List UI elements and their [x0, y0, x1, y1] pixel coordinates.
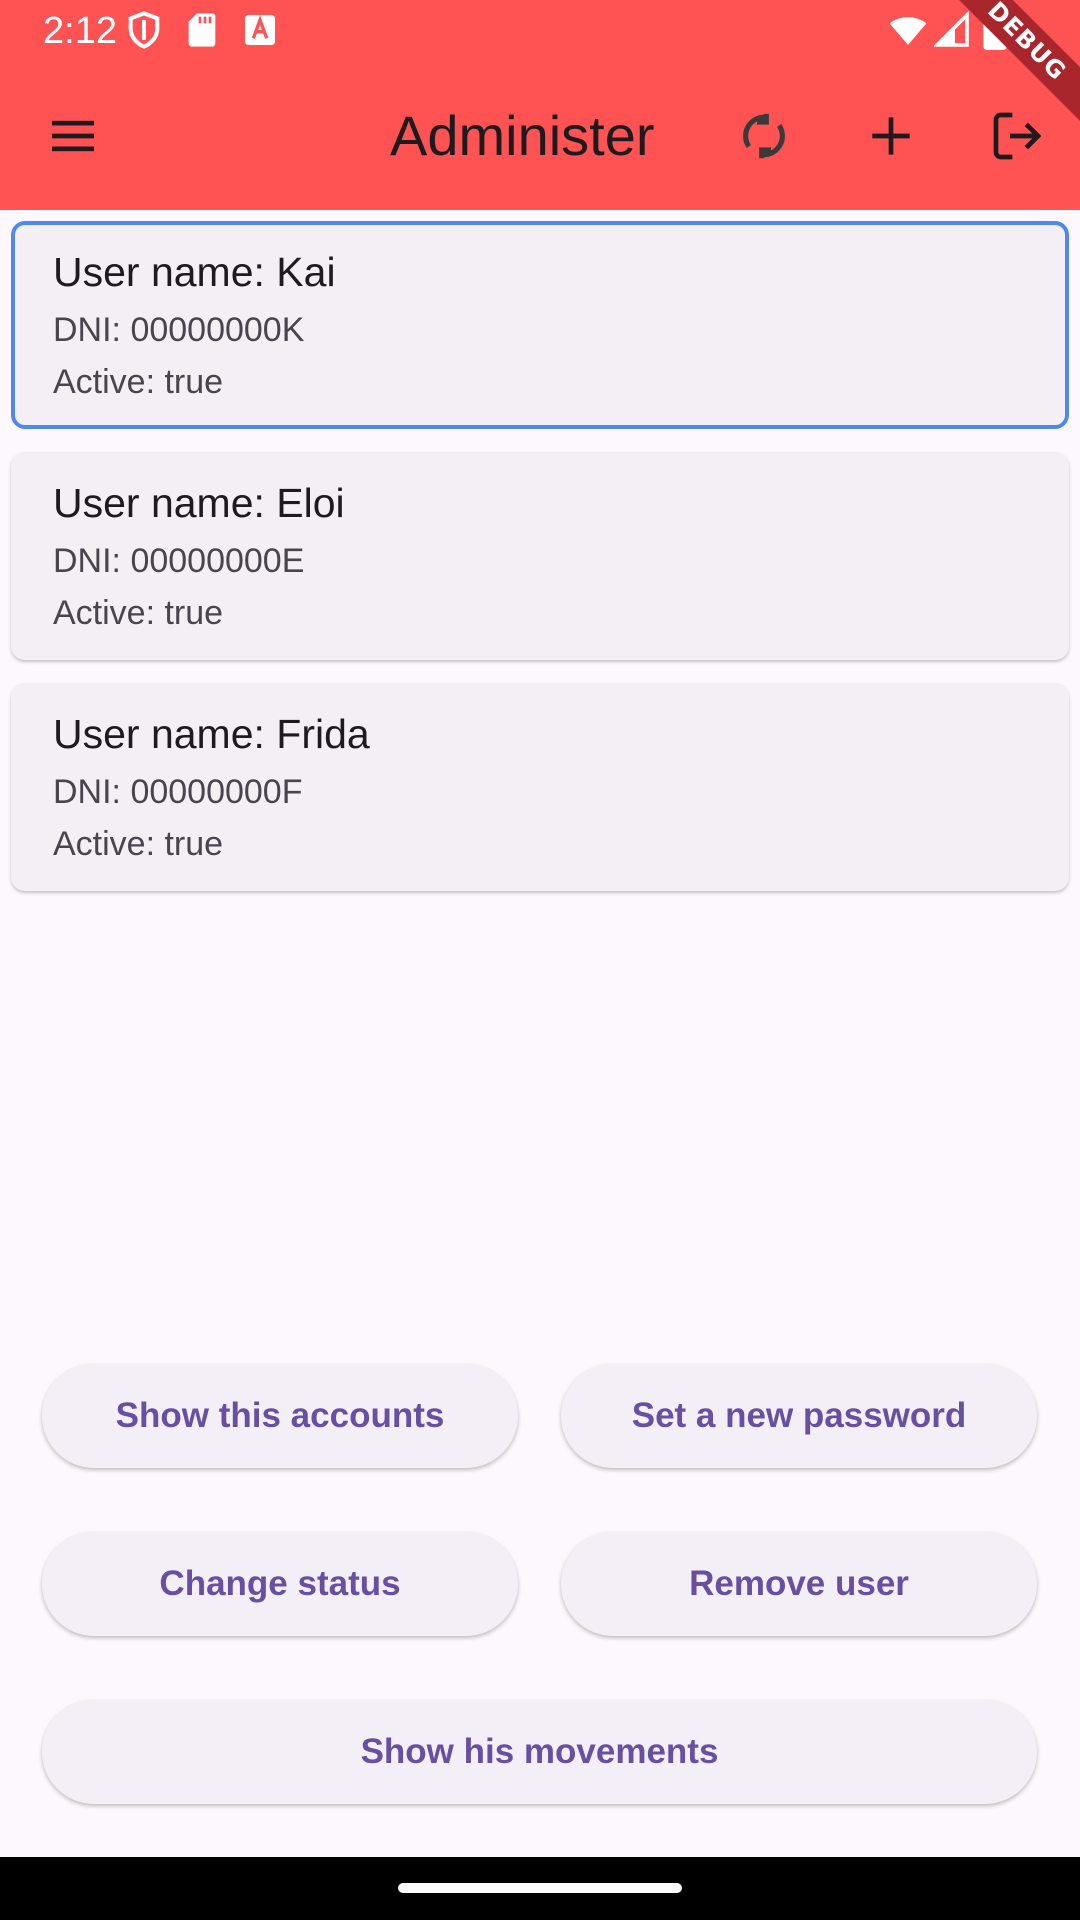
remove-user-button[interactable]: Remove user: [561, 1532, 1037, 1636]
user-name: User name: Eloi: [53, 480, 345, 526]
user-card-eloi[interactable]: User name: Eloi DNI: 00000000E Active: t…: [11, 452, 1069, 660]
user-name: User name: Kai: [53, 249, 336, 295]
user-active-status: Active: true: [53, 594, 224, 632]
sd-card-icon: [182, 10, 222, 50]
menu-button[interactable]: [31, 94, 115, 178]
user-card-frida[interactable]: User name: Frida DNI: 00000000F Active: …: [11, 683, 1069, 891]
shield-icon: [124, 10, 164, 50]
user-dni: DNI: 00000000F: [53, 773, 303, 811]
status-time: 2:12: [43, 10, 117, 52]
app-bar: 2:12 Administer DEBUG: [0, 0, 1080, 210]
menu-icon: [52, 120, 94, 152]
logout-button[interactable]: [975, 94, 1059, 178]
refresh-button[interactable]: [722, 94, 806, 178]
user-name: User name: Frida: [53, 711, 370, 757]
add-icon: [872, 117, 910, 155]
user-active-status: Active: true: [53, 363, 224, 401]
user-active-status: Active: true: [53, 825, 224, 863]
set-password-button[interactable]: Set a new password: [561, 1364, 1037, 1468]
user-card-kai[interactable]: User name: Kai DNI: 00000000K Active: tr…: [11, 221, 1069, 429]
home-indicator[interactable]: [398, 1883, 682, 1893]
wifi-icon: [886, 10, 930, 50]
user-dni: DNI: 00000000E: [53, 542, 305, 580]
page-title: Administer: [390, 104, 655, 167]
show-movements-button[interactable]: Show his movements: [42, 1700, 1037, 1804]
refresh-icon: [743, 113, 785, 159]
system-nav-bar: [0, 1857, 1080, 1920]
font-download-icon: [240, 10, 280, 50]
logout-icon: [993, 112, 1042, 160]
add-button[interactable]: [849, 94, 933, 178]
show-accounts-button[interactable]: Show this accounts: [42, 1364, 518, 1468]
change-status-button[interactable]: Change status: [42, 1532, 518, 1636]
user-dni: DNI: 00000000K: [53, 311, 305, 349]
signal-icon: [934, 10, 970, 50]
